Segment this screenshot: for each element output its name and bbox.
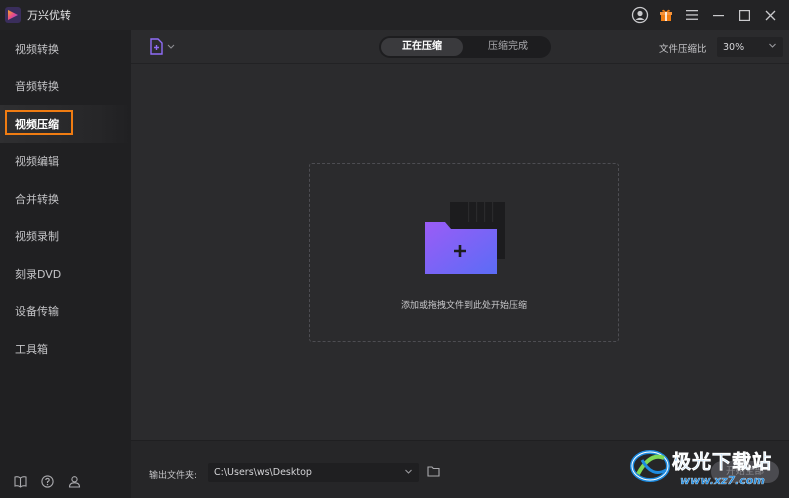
gift-icon[interactable] <box>655 4 677 26</box>
add-file-icon <box>150 38 163 55</box>
chevron-down-icon <box>769 43 776 48</box>
sidebar-item-toolbox[interactable]: 工具箱 <box>0 330 131 368</box>
sidebar-item-label: 视频录制 <box>15 230 59 244</box>
sidebar-item-screen-record[interactable]: 视频录制 <box>0 218 131 256</box>
sidebar-item-audio-convert[interactable]: 音频转换 <box>0 68 131 106</box>
sidebar-item-label: 视频转换 <box>15 42 59 56</box>
help-icon[interactable] <box>41 475 54 488</box>
watermark-text: 极光下载站 <box>672 451 773 474</box>
sidebar-item-merge-convert[interactable]: 合并转换 <box>0 180 131 218</box>
watermark-url: www.xz7.com <box>680 474 765 487</box>
output-folder-label: 输出文件夹: <box>149 471 198 481</box>
compression-ratio-select[interactable]: 30% <box>717 37 783 57</box>
toolbar: 正在压缩 压缩完成 文件压缩比 30% <box>131 30 789 64</box>
sidebar-item-label: 合并转换 <box>15 192 59 206</box>
sidebar-item-label: 视频编辑 <box>15 155 59 169</box>
maximize-icon[interactable] <box>733 4 755 26</box>
sidebar-item-video-edit[interactable]: 视频编辑 <box>0 143 131 181</box>
book-icon[interactable] <box>14 475 27 488</box>
output-folder-path: C:\Users\ws\Desktop <box>214 467 312 478</box>
app-title: 万兴优转 <box>27 9 71 22</box>
compression-ratio-value: 30% <box>723 41 745 53</box>
main-panel: 正在压缩 压缩完成 文件压缩比 30% 添加或拖拽文件到此处开始压缩 输出文件夹… <box>131 30 789 498</box>
file-drop-zone[interactable]: 添加或拖拽文件到此处开始压缩 <box>309 163 619 342</box>
minimize-icon[interactable] <box>707 4 729 26</box>
sidebar-item-video-compress[interactable]: 视频压缩 <box>0 105 131 143</box>
tab-compressing[interactable]: 正在压缩 <box>381 38 463 56</box>
selection-highlight-box <box>5 110 73 135</box>
account-icon[interactable] <box>629 4 651 26</box>
title-bar: 万兴优转 <box>0 0 789 30</box>
user-icon[interactable] <box>68 475 81 488</box>
compress-status-tabs: 正在压缩 压缩完成 <box>379 36 551 58</box>
sidebar-item-label: 音频转换 <box>15 80 59 94</box>
app-logo-icon <box>5 7 21 23</box>
sidebar-item-label: 刻录DVD <box>15 267 62 281</box>
chevron-down-icon <box>167 44 175 49</box>
sidebar-item-label: 工具箱 <box>15 342 48 356</box>
chevron-down-icon <box>405 469 412 474</box>
open-folder-icon[interactable] <box>427 465 440 477</box>
sidebar-item-label: 设备传输 <box>15 305 59 319</box>
output-folder-select[interactable]: C:\Users\ws\Desktop <box>208 463 419 482</box>
sidebar-item-video-convert[interactable]: 视频转换 <box>0 30 131 68</box>
watermark-logo <box>630 450 670 482</box>
sidebar: 视频转换 音频转换 视频压缩 视频编辑 合并转换 视频录制 刻录DVD 设备传输… <box>0 30 131 498</box>
menu-icon[interactable] <box>681 4 703 26</box>
tab-compressed[interactable]: 压缩完成 <box>467 38 549 56</box>
compression-ratio-label: 文件压缩比 <box>659 44 707 55</box>
drop-hint-text: 添加或拖拽文件到此处开始压缩 <box>400 301 527 311</box>
add-folder-icon[interactable] <box>423 202 505 282</box>
close-icon[interactable] <box>759 4 781 26</box>
sidebar-item-device-transfer[interactable]: 设备传输 <box>0 293 131 331</box>
watermark: 极光下载站 www.xz7.com <box>630 444 785 494</box>
sidebar-item-burn-dvd[interactable]: 刻录DVD <box>0 255 131 293</box>
add-file-button[interactable] <box>149 38 175 55</box>
